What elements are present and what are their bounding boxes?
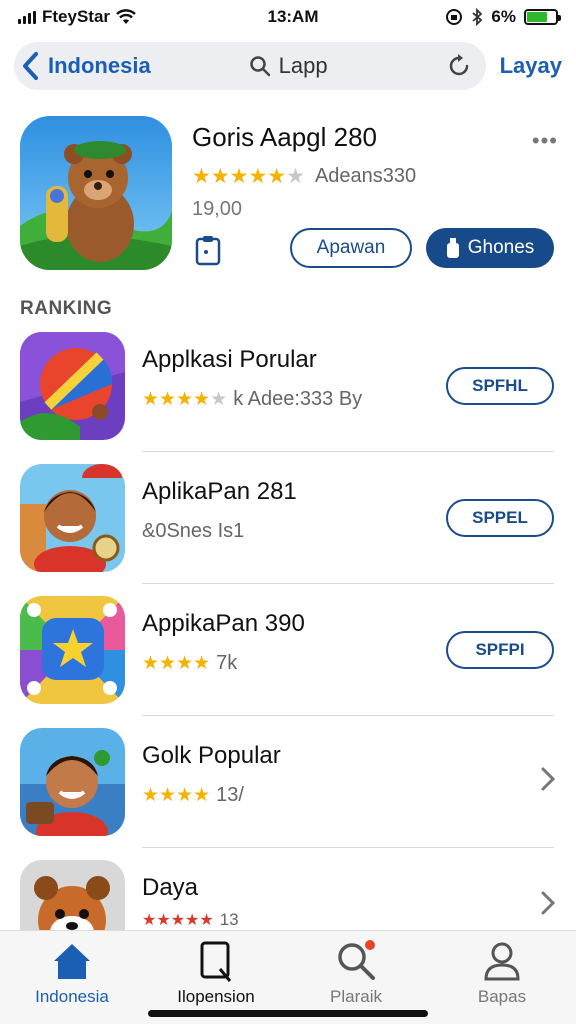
home-icon — [54, 944, 90, 979]
chevron-right-icon[interactable] — [540, 766, 556, 792]
signal-icon — [18, 10, 36, 24]
app-meta-text: 7k — [216, 652, 238, 674]
rating-label: Adeans330 — [314, 165, 417, 187]
app-title: Golk Popular — [142, 742, 281, 769]
person-icon — [484, 942, 520, 981]
tab-label: Plaraik — [330, 987, 382, 1006]
rating-stars: ★★★★★ — [142, 389, 228, 410]
app-title: Applkasi Porular — [142, 346, 317, 373]
app-title: AppikaPan 390 — [142, 610, 305, 637]
clipboard-icon[interactable] — [194, 234, 222, 266]
search-text: Lapp — [278, 53, 328, 78]
app-icon — [20, 728, 125, 836]
reload-icon[interactable] — [446, 53, 472, 79]
list-item[interactable]: Applkasi Porular ★★★★★ k Adee:333 By SPF… — [0, 320, 576, 452]
status-right: 6% — [398, 7, 561, 27]
more-options-icon[interactable]: ••• — [532, 128, 558, 154]
chevron-right-icon[interactable] — [540, 890, 556, 916]
rating-stars: ★★★★★ — [142, 912, 214, 929]
app-meta-text: 13 — [219, 910, 239, 929]
rating-stars: ★★★★ — [142, 785, 211, 806]
battery-icon — [524, 9, 561, 25]
status-time: 13:AM — [267, 7, 319, 26]
app-icon — [20, 464, 125, 572]
lock-rotation-icon — [446, 9, 463, 25]
app-meta: ★★★★ 13/ — [142, 784, 244, 807]
app-meta: ★★★★ 7k — [142, 652, 237, 675]
app-icon — [20, 596, 125, 704]
tab-library[interactable]: Ilopension — [144, 939, 288, 1007]
app-icon — [20, 332, 125, 440]
bottle-icon — [446, 238, 459, 258]
featured-rating: ★★★★★★ Adeans330 — [192, 164, 416, 189]
get-button[interactable]: SPFPI — [446, 631, 554, 669]
carrier-name: FteyStar — [42, 7, 111, 26]
get-button[interactable]: SPFHL — [446, 367, 554, 405]
featured-app-icon[interactable] — [20, 116, 172, 270]
featured-app: Goris Aapgl 280 ••• ★★★★★★ Adeans330 19,… — [20, 116, 560, 276]
secondary-action-button[interactable]: Apawan — [290, 228, 412, 268]
get-button[interactable]: SPPEL — [446, 499, 554, 537]
app-title: Daya — [142, 874, 199, 901]
search-field[interactable]: Lapp — [131, 53, 446, 79]
battery-percent: 6% — [491, 7, 516, 26]
tab-label: Ilopension — [177, 987, 255, 1006]
featured-price: 19,00 — [192, 198, 243, 220]
wifi-icon — [116, 9, 136, 24]
app-meta: ★★★★★ k Adee:333 By — [142, 388, 362, 411]
app-title: AplikaPan 281 — [142, 478, 297, 505]
tab-label: Bapas — [477, 987, 527, 1006]
tab-home[interactable]: Indonesia — [0, 939, 144, 1007]
app-meta: ★★★★★ 13 — [142, 910, 239, 930]
primary-action-label: Ghones — [467, 237, 535, 258]
app-meta-text: &0Snes Is1 — [142, 520, 245, 542]
nav-bar: Indonesia Lapp Layay — [0, 38, 576, 94]
tab-profile[interactable]: Bapas — [430, 939, 574, 1007]
list-item[interactable]: AppikaPan 390 ★★★★ 7k SPFPI — [0, 584, 576, 716]
status-bar: FteyStar 13:AM 6% — [0, 0, 576, 34]
tab-search[interactable]: Plaraik — [284, 939, 428, 1007]
address-pill: Indonesia Lapp — [14, 42, 486, 90]
nav-action-button[interactable]: Layay — [500, 53, 562, 79]
book-icon — [200, 941, 232, 982]
chevron-left-icon — [23, 52, 38, 80]
app-meta-text: 13/ — [216, 784, 244, 806]
app-meta-text: k Adee:333 By — [233, 388, 363, 410]
list-item[interactable]: Golk Popular ★★★★ 13/ — [0, 716, 576, 848]
home-indicator — [148, 1010, 428, 1017]
search-icon — [338, 940, 375, 980]
featured-title: Goris Aapgl 280 — [192, 122, 378, 152]
bluetooth-icon — [472, 8, 483, 26]
rating-stars: ★★★★★★ — [192, 165, 305, 188]
tab-label: Indonesia — [35, 987, 109, 1006]
section-title: RANKING — [20, 298, 113, 319]
search-icon — [249, 56, 270, 77]
primary-action-button[interactable]: Ghones — [426, 228, 554, 268]
list-item[interactable]: AplikaPan 281 &0Snes Is1 SPPEL — [0, 452, 576, 584]
rating-stars: ★★★★ — [142, 653, 211, 674]
app-meta: &0Snes Is1 — [142, 520, 244, 543]
